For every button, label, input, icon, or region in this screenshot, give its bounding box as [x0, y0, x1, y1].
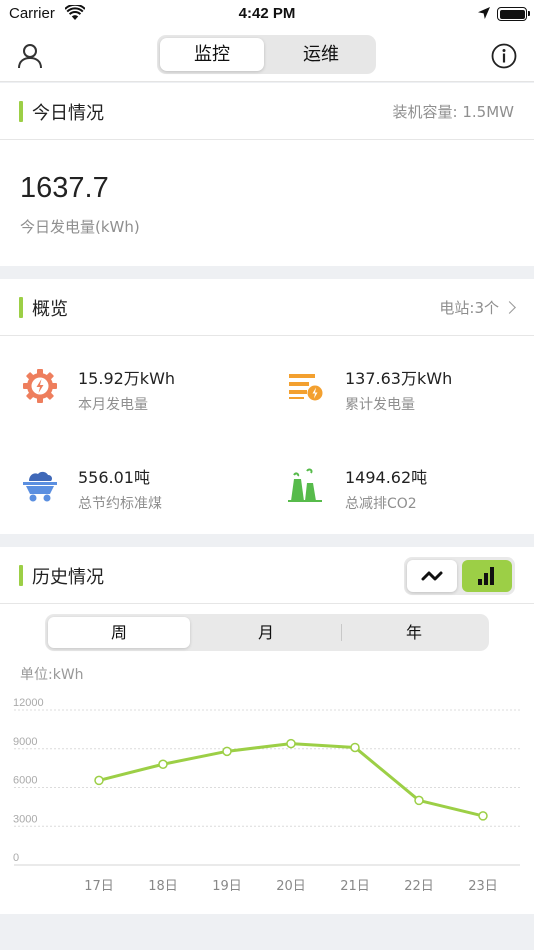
data-point: [350, 742, 360, 753]
tab-maintenance[interactable]: 运维: [269, 38, 373, 71]
capacity-label: 装机容量: 1.5MW: [392, 103, 514, 121]
stat-label: 累计发电量: [345, 397, 415, 413]
main-tab-control: 监控 运维: [157, 35, 376, 74]
x-tick-label: 23日: [468, 879, 498, 894]
line-chart-button[interactable]: [407, 560, 457, 592]
today-header: 今日情况 装机容量: 1.5MW: [0, 83, 534, 140]
y-tick-label: 3000: [13, 813, 37, 825]
today-generation-label: 今日发电量(kWh): [20, 218, 140, 236]
location-arrow-icon: [478, 7, 490, 19]
factory-icon: [288, 468, 322, 502]
today-title: 今日情况: [32, 103, 104, 124]
overview-card: 概览 电站:3个 15.92万kWh 本月发电量 137.63万kWh 累计发电…: [0, 279, 534, 534]
y-tick-label: 0: [13, 852, 19, 864]
history-header: 历史情况: [0, 547, 534, 604]
status-bar: Carrier 4:42 PM: [0, 0, 534, 30]
data-point: [478, 811, 488, 821]
x-tick-label: 21日: [340, 879, 370, 894]
y-tick-label: 6000: [13, 775, 37, 787]
stat-label: 本月发电量: [78, 397, 148, 413]
bars-bolt-icon: [289, 374, 323, 401]
bar-chart-button[interactable]: [462, 560, 512, 592]
coal-cart-icon: [23, 471, 57, 502]
info-icon[interactable]: [490, 42, 518, 70]
x-tick-label: 20日: [276, 879, 306, 894]
period-week-tab[interactable]: 周: [48, 617, 190, 648]
stat-value: 1494.62吨: [345, 468, 428, 487]
period-month-tab[interactable]: 月: [195, 617, 337, 648]
chart-type-toggle: [404, 557, 515, 595]
stat-value: 556.01吨: [78, 468, 150, 487]
overview-header: 概览 电站:3个: [0, 279, 534, 336]
today-card: 今日情况 装机容量: 1.5MW 1637.7 今日发电量(kWh): [0, 83, 534, 266]
data-point: [158, 759, 168, 769]
segment-divider: [341, 624, 342, 641]
x-tick-label: 19日: [212, 879, 242, 894]
stat-label: 总节约标准煤: [78, 496, 162, 512]
section-accent-bar: [19, 297, 23, 318]
x-tick-label: 18日: [148, 879, 178, 894]
y-tick-label: 12000: [13, 697, 44, 709]
chevron-right-icon: [503, 301, 516, 314]
data-point: [414, 795, 424, 806]
overview-title: 概览: [32, 299, 68, 320]
series-line: [98, 742, 484, 818]
period-year-tab[interactable]: 年: [343, 617, 485, 648]
history-line-chart: 0 3000 6000 9000 12000 17日 18日 19日 20日 21日 22日 23日: [13, 697, 520, 894]
data-point: [94, 775, 104, 786]
station-count-link[interactable]: 电站:3个: [439, 297, 516, 318]
battery-icon: [497, 7, 530, 21]
stat-value: 15.92万kWh: [78, 369, 176, 388]
x-tick-label: 17日: [84, 879, 114, 894]
line-chart-icon: [421, 571, 443, 581]
stat-value: 137.63万kWh: [345, 369, 453, 388]
data-point: [222, 746, 232, 757]
bar-chart-icon: [478, 567, 494, 585]
unit-label: 单位:kWh: [20, 667, 84, 683]
section-accent-bar: [19, 101, 23, 122]
tab-monitor[interactable]: 监控: [160, 38, 264, 71]
history-card: 历史情况 周 月 年 单位:kWh 0 3000 6000 9000 12000 17日 1…: [0, 547, 534, 914]
section-accent-bar: [19, 565, 23, 586]
x-tick-label: 22日: [404, 879, 434, 894]
gear-bolt-icon: [23, 369, 57, 403]
user-icon[interactable]: [16, 42, 44, 70]
status-time: 4:42 PM: [238, 5, 296, 22]
nav-bar: 监控 运维: [0, 30, 534, 82]
today-generation-value: 1637.7: [20, 172, 109, 204]
history-title: 历史情况: [32, 567, 104, 588]
station-count-label: 电站:3个: [439, 299, 499, 317]
period-selector: 周 月 年: [45, 614, 489, 651]
y-tick-label: 9000: [13, 736, 37, 748]
data-point: [286, 738, 296, 749]
stat-label: 总减排CO2: [345, 496, 417, 512]
